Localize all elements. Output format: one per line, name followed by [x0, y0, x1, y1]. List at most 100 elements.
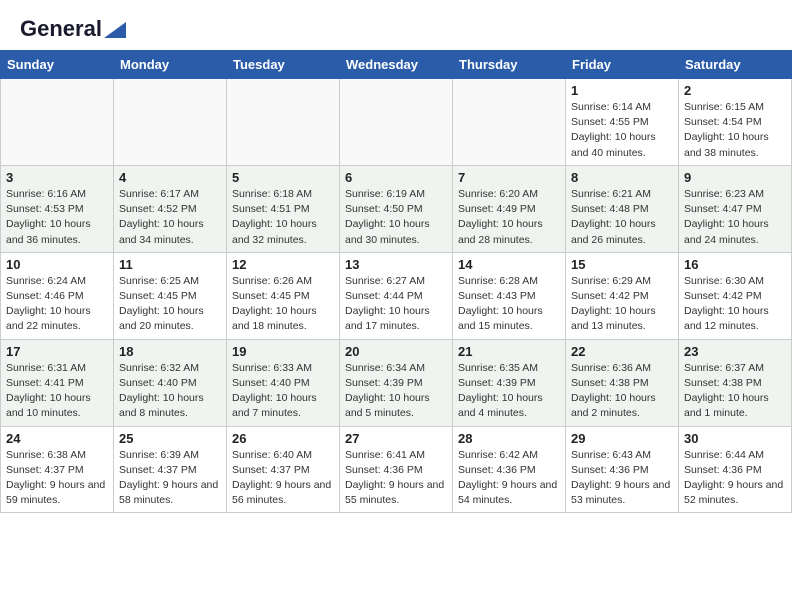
day-info: Sunrise: 6:31 AM Sunset: 4:41 PM Dayligh… — [6, 361, 108, 422]
calendar-week-row: 17Sunrise: 6:31 AM Sunset: 4:41 PM Dayli… — [1, 339, 792, 426]
day-number: 16 — [684, 257, 786, 272]
day-number: 3 — [6, 170, 108, 185]
day-info: Sunrise: 6:25 AM Sunset: 4:45 PM Dayligh… — [119, 274, 221, 335]
header-monday: Monday — [114, 51, 227, 79]
day-info: Sunrise: 6:42 AM Sunset: 4:36 PM Dayligh… — [458, 448, 560, 509]
day-info: Sunrise: 6:28 AM Sunset: 4:43 PM Dayligh… — [458, 274, 560, 335]
calendar-cell: 11Sunrise: 6:25 AM Sunset: 4:45 PM Dayli… — [114, 252, 227, 339]
day-number: 28 — [458, 431, 560, 446]
day-info: Sunrise: 6:20 AM Sunset: 4:49 PM Dayligh… — [458, 187, 560, 248]
day-number: 24 — [6, 431, 108, 446]
day-number: 23 — [684, 344, 786, 359]
day-info: Sunrise: 6:38 AM Sunset: 4:37 PM Dayligh… — [6, 448, 108, 509]
page-header: General — [0, 0, 792, 46]
day-info: Sunrise: 6:17 AM Sunset: 4:52 PM Dayligh… — [119, 187, 221, 248]
day-info: Sunrise: 6:26 AM Sunset: 4:45 PM Dayligh… — [232, 274, 334, 335]
day-number: 7 — [458, 170, 560, 185]
day-number: 27 — [345, 431, 447, 446]
day-info: Sunrise: 6:14 AM Sunset: 4:55 PM Dayligh… — [571, 100, 673, 161]
calendar-cell: 30 Sunrise: 6:44 AM Sunset: 4:36 PM Dayli… — [679, 426, 792, 513]
day-info: Sunrise: 6:23 AM Sunset: 4:47 PM Dayligh… — [684, 187, 786, 248]
calendar-cell: 7 Sunrise: 6:20 AM Sunset: 4:49 PM Daylig… — [453, 165, 566, 252]
day-number: 9 — [684, 170, 786, 185]
header-wednesday: Wednesday — [340, 51, 453, 79]
day-number: 20 — [345, 344, 447, 359]
calendar-cell: 13 Sunrise: 6:27 AM Sunset: 4:44 PM Dayli… — [340, 252, 453, 339]
calendar-cell: 29 Sunrise: 6:43 AM Sunset: 4:36 PM Dayli… — [566, 426, 679, 513]
calendar-week-row: 24 Sunrise: 6:38 AM Sunset: 4:37 PM Dayli… — [1, 426, 792, 513]
day-number: 30 — [684, 431, 786, 446]
day-number: 1 — [571, 83, 673, 98]
day-number: 29 — [571, 431, 673, 446]
calendar-table: SundayMondayTuesdayWednesdayThursdayFrid… — [0, 50, 792, 513]
day-info: Sunrise: 6:29 AM Sunset: 4:42 PM Dayligh… — [571, 274, 673, 335]
calendar-cell — [340, 79, 453, 166]
calendar-cell: 23 Sunrise: 6:37 AM Sunset: 4:38 PM Dayli… — [679, 339, 792, 426]
day-info: Sunrise: 6:32 AM Sunset: 4:40 PM Dayligh… — [119, 361, 221, 422]
calendar-week-row: 10 Sunrise: 6:24 AM Sunset: 4:46 PM Dayli… — [1, 252, 792, 339]
day-number: 4 — [119, 170, 221, 185]
calendar-cell — [227, 79, 340, 166]
calendar-week-row: 3 Sunrise: 6:16 AM Sunset: 4:53 PM Daylig… — [1, 165, 792, 252]
day-info: Sunrise: 6:40 AM Sunset: 4:37 PM Dayligh… — [232, 448, 334, 509]
day-number: 18 — [119, 344, 221, 359]
day-info: Sunrise: 6:15 AM Sunset: 4:54 PM Dayligh… — [684, 100, 786, 161]
day-info: Sunrise: 6:44 AM Sunset: 4:36 PM Dayligh… — [684, 448, 786, 509]
calendar-cell: 27Sunrise: 6:41 AM Sunset: 4:36 PM Dayli… — [340, 426, 453, 513]
day-info: Sunrise: 6:27 AM Sunset: 4:44 PM Dayligh… — [345, 274, 447, 335]
day-info: Sunrise: 6:19 AM Sunset: 4:50 PM Dayligh… — [345, 187, 447, 248]
calendar-cell: 21 Sunrise: 6:35 AM Sunset: 4:39 PM Dayli… — [453, 339, 566, 426]
day-info: Sunrise: 6:43 AM Sunset: 4:36 PM Dayligh… — [571, 448, 673, 509]
calendar-cell — [114, 79, 227, 166]
calendar-cell: 2 Sunrise: 6:15 AM Sunset: 4:54 PM Daylig… — [679, 79, 792, 166]
header-saturday: Saturday — [679, 51, 792, 79]
day-info: Sunrise: 6:34 AM Sunset: 4:39 PM Dayligh… — [345, 361, 447, 422]
day-number: 21 — [458, 344, 560, 359]
calendar-week-row: 1 Sunrise: 6:14 AM Sunset: 4:55 PM Daylig… — [1, 79, 792, 166]
logo-general: General — [20, 16, 102, 42]
calendar-cell: 22 Sunrise: 6:36 AM Sunset: 4:38 PM Dayli… — [566, 339, 679, 426]
calendar-cell: 15 Sunrise: 6:29 AM Sunset: 4:42 PM Dayli… — [566, 252, 679, 339]
header-sunday: Sunday — [1, 51, 114, 79]
calendar-cell: 25 Sunrise: 6:39 AM Sunset: 4:37 PM Dayli… — [114, 426, 227, 513]
day-number: 22 — [571, 344, 673, 359]
day-info: Sunrise: 6:24 AM Sunset: 4:46 PM Dayligh… — [6, 274, 108, 335]
day-number: 2 — [684, 83, 786, 98]
day-info: Sunrise: 6:36 AM Sunset: 4:38 PM Dayligh… — [571, 361, 673, 422]
day-info: Sunrise: 6:21 AM Sunset: 4:48 PM Dayligh… — [571, 187, 673, 248]
day-number: 25 — [119, 431, 221, 446]
logo-icon — [104, 22, 126, 38]
day-info: Sunrise: 6:39 AM Sunset: 4:37 PM Dayligh… — [119, 448, 221, 509]
day-info: Sunrise: 6:16 AM Sunset: 4:53 PM Dayligh… — [6, 187, 108, 248]
day-info: Sunrise: 6:30 AM Sunset: 4:42 PM Dayligh… — [684, 274, 786, 335]
header-thursday: Thursday — [453, 51, 566, 79]
calendar-cell: 5Sunrise: 6:18 AM Sunset: 4:51 PM Daylig… — [227, 165, 340, 252]
day-number: 15 — [571, 257, 673, 272]
day-number: 5 — [232, 170, 334, 185]
calendar-cell: 26 Sunrise: 6:40 AM Sunset: 4:37 PM Dayli… — [227, 426, 340, 513]
calendar-cell — [1, 79, 114, 166]
calendar-cell: 3 Sunrise: 6:16 AM Sunset: 4:53 PM Daylig… — [1, 165, 114, 252]
header-friday: Friday — [566, 51, 679, 79]
day-number: 26 — [232, 431, 334, 446]
calendar-cell: 12 Sunrise: 6:26 AM Sunset: 4:45 PM Dayli… — [227, 252, 340, 339]
day-number: 8 — [571, 170, 673, 185]
calendar-cell: 17Sunrise: 6:31 AM Sunset: 4:41 PM Dayli… — [1, 339, 114, 426]
calendar-cell: 18 Sunrise: 6:32 AM Sunset: 4:40 PM Dayli… — [114, 339, 227, 426]
calendar-cell: 16 Sunrise: 6:30 AM Sunset: 4:42 PM Dayli… — [679, 252, 792, 339]
calendar-cell: 4 Sunrise: 6:17 AM Sunset: 4:52 PM Daylig… — [114, 165, 227, 252]
day-info: Sunrise: 6:33 AM Sunset: 4:40 PM Dayligh… — [232, 361, 334, 422]
day-info: Sunrise: 6:35 AM Sunset: 4:39 PM Dayligh… — [458, 361, 560, 422]
calendar-cell: 10 Sunrise: 6:24 AM Sunset: 4:46 PM Dayli… — [1, 252, 114, 339]
logo: General — [20, 16, 126, 38]
day-number: 6 — [345, 170, 447, 185]
calendar-header-row: SundayMondayTuesdayWednesdayThursdayFrid… — [1, 51, 792, 79]
calendar-cell: 28 Sunrise: 6:42 AM Sunset: 4:36 PM Dayli… — [453, 426, 566, 513]
day-number: 10 — [6, 257, 108, 272]
day-number: 13 — [345, 257, 447, 272]
calendar-cell: 24 Sunrise: 6:38 AM Sunset: 4:37 PM Dayli… — [1, 426, 114, 513]
calendar-cell: 1 Sunrise: 6:14 AM Sunset: 4:55 PM Daylig… — [566, 79, 679, 166]
day-info: Sunrise: 6:37 AM Sunset: 4:38 PM Dayligh… — [684, 361, 786, 422]
day-number: 12 — [232, 257, 334, 272]
header-tuesday: Tuesday — [227, 51, 340, 79]
